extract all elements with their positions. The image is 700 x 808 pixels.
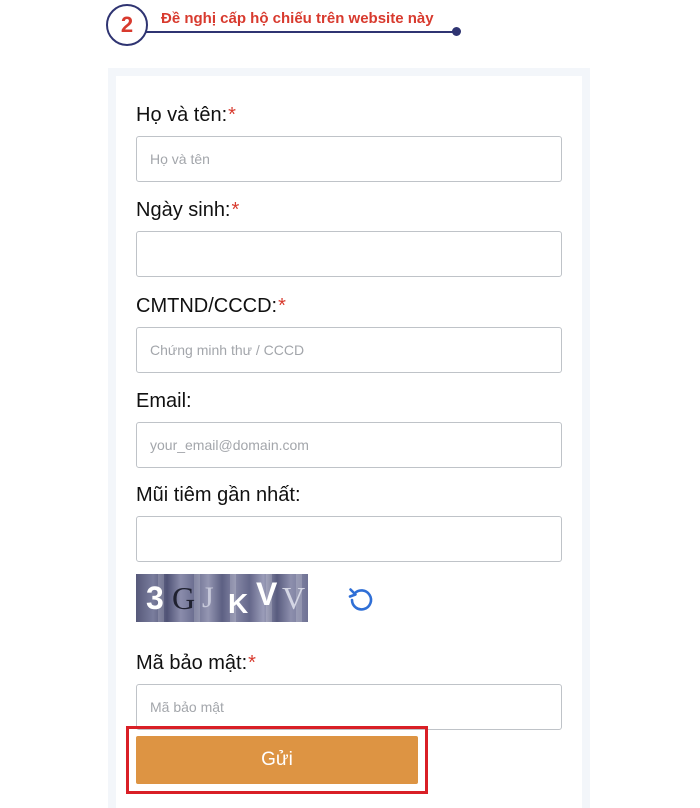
security-code-label: Mã bảo mật:* xyxy=(136,652,256,674)
email-field: Email: xyxy=(136,388,562,468)
security-code-field: Mã bảo mật:* xyxy=(136,650,562,730)
captcha-refresh-button[interactable] xyxy=(344,582,378,616)
step-underline xyxy=(146,31,456,33)
captcha-char: V xyxy=(256,576,278,612)
latest-vaccine-label: Mũi tiêm gần nhất: xyxy=(136,484,301,506)
refresh-icon xyxy=(348,588,373,611)
captcha-char: J xyxy=(202,581,214,614)
full-name-field: Họ và tên:* xyxy=(136,102,562,182)
birth-date-label: Ngày sinh:* xyxy=(136,199,240,221)
captcha-char: K xyxy=(228,588,249,619)
required-mark: * xyxy=(278,295,286,317)
latest-vaccine-field: Mũi tiêm gần nhất: xyxy=(136,482,562,562)
id-number-label: CMTND/CCCD:* xyxy=(136,295,286,317)
step-header: 2 Đề nghị cấp hộ chiếu trên website này xyxy=(106,4,466,46)
required-mark: * xyxy=(248,652,256,674)
birth-date-field: Ngày sinh:* xyxy=(136,197,562,277)
submit-button[interactable]: Gửi xyxy=(136,736,418,784)
captcha-char: G xyxy=(172,580,196,616)
captcha-char: 3 xyxy=(146,580,164,616)
captcha-char: V xyxy=(282,580,306,616)
security-code-input[interactable] xyxy=(136,684,562,730)
step-number: 2 xyxy=(120,12,134,37)
latest-vaccine-input[interactable] xyxy=(136,516,562,562)
full-name-input[interactable] xyxy=(136,136,562,182)
email-input[interactable] xyxy=(136,422,562,468)
id-number-input[interactable] xyxy=(136,327,562,373)
step-underline-dot xyxy=(452,27,461,36)
step-title: Đề nghị cấp hộ chiếu trên website này xyxy=(161,10,434,27)
required-mark: * xyxy=(228,104,236,126)
birth-date-input[interactable] xyxy=(136,231,562,277)
email-label: Email: xyxy=(136,390,192,412)
passport-request-form: Họ và tên:* Ngày sinh:* CMTND/CCCD:* Ema… xyxy=(108,68,590,808)
required-mark: * xyxy=(231,199,240,221)
full-name-label: Họ và tên:* xyxy=(136,104,236,126)
step-number-badge: 2 xyxy=(106,4,148,46)
submit-highlight-frame: Gửi xyxy=(126,726,428,794)
captcha-image: 3 G J K V V xyxy=(136,574,308,622)
captcha-row: 3 G J K V V xyxy=(136,574,562,624)
id-number-field: CMTND/CCCD:* xyxy=(136,293,562,373)
